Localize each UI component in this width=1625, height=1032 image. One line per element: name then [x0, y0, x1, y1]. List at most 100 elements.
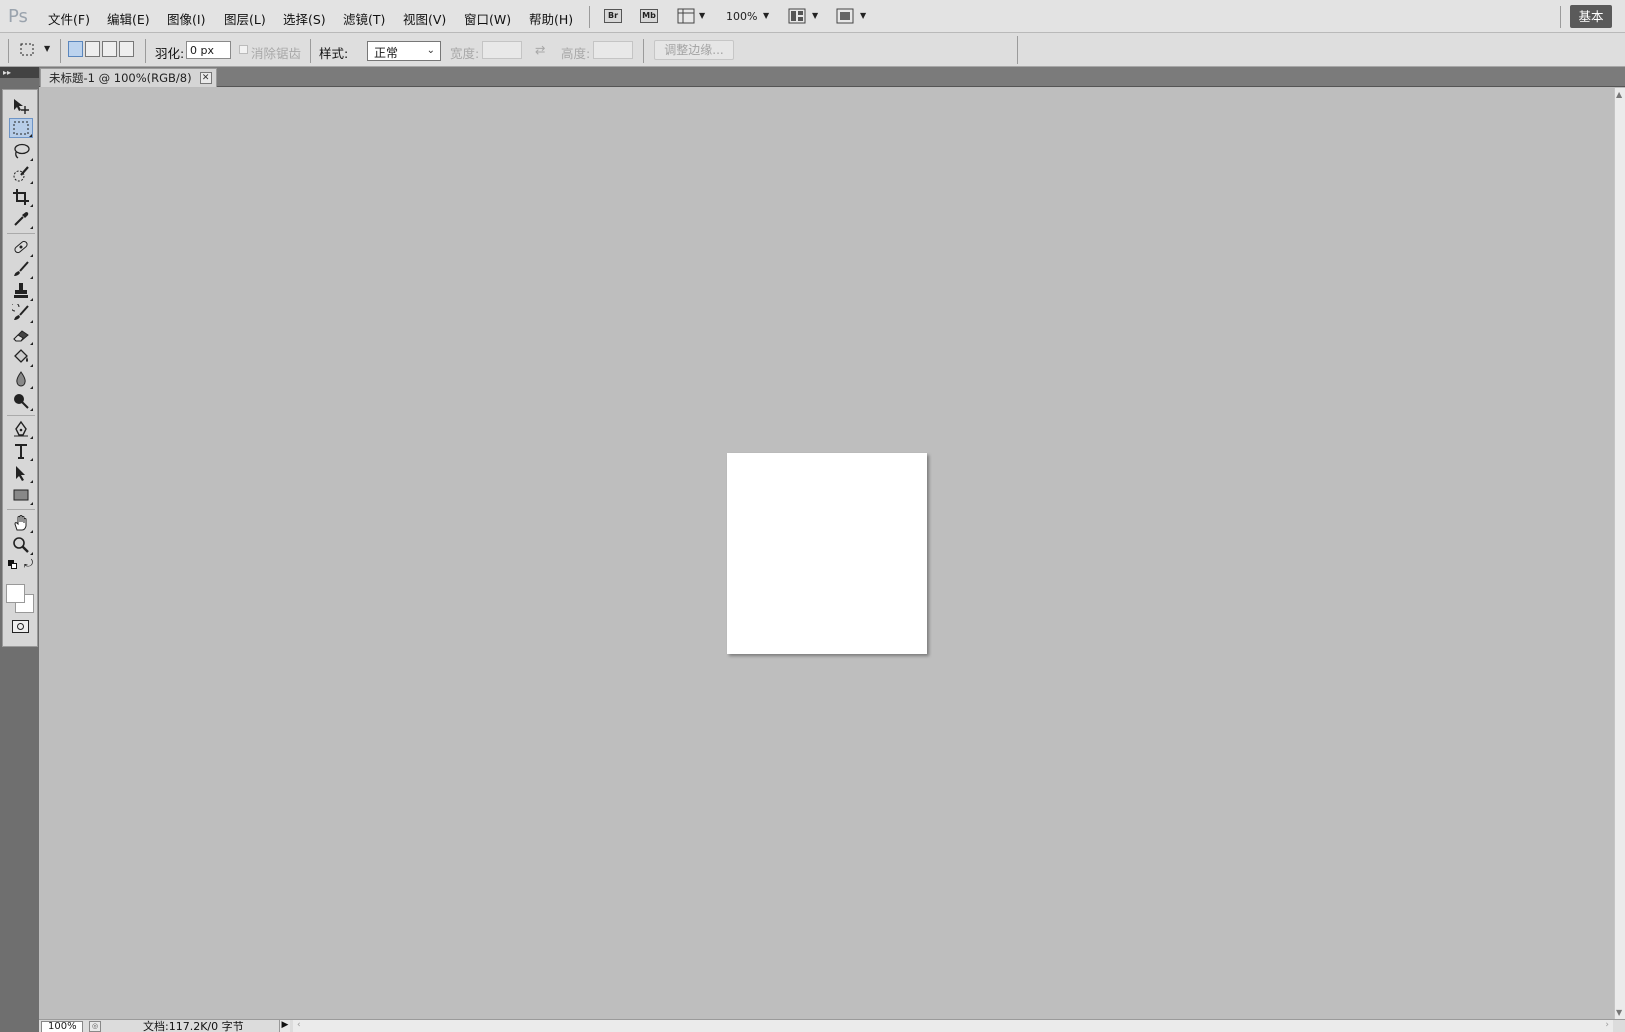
canvas-workspace[interactable] [39, 88, 1614, 1019]
document-tab-bar: 未标题-1 @ 100%(RGB/8) ✕ [39, 67, 1625, 87]
menu-separator [589, 6, 590, 28]
rectangular-marquee-tool-button[interactable] [9, 118, 33, 138]
blur-tool-button[interactable] [9, 369, 33, 389]
width-label: 宽度: [450, 46, 480, 61]
tools-panel-collapse[interactable]: ▸▸ [0, 67, 39, 78]
document-size-info: 文档:117.2K/0 字节 [143, 1020, 244, 1032]
options-grip [8, 39, 9, 63]
new-selection-button[interactable] [68, 41, 83, 57]
options-separator [145, 39, 146, 63]
status-menu-arrow-icon[interactable]: ▶ [279, 1020, 290, 1032]
horizontal-scrollbar[interactable]: ‹ › [293, 1020, 1613, 1032]
chevron-down-icon: ▼ [812, 11, 819, 20]
foreground-color-swatch[interactable] [6, 584, 25, 603]
grid-icon [677, 8, 695, 24]
style-select[interactable]: 正常 ⌄ [367, 41, 441, 61]
document-tab[interactable]: 未标题-1 @ 100%(RGB/8) ✕ [40, 68, 217, 87]
swap-dimensions-icon[interactable]: ⇄ [535, 42, 545, 57]
eyedropper-icon [14, 212, 29, 226]
vertical-scrollbar[interactable]: ▲ ▼ [1614, 88, 1625, 1019]
arrange-documents-icon [788, 8, 806, 24]
menu-layer[interactable]: 图层(L) [224, 9, 266, 28]
scroll-up-icon[interactable]: ▲ [1616, 90, 1622, 99]
menu-edit[interactable]: 编辑(E) [107, 9, 150, 28]
chevron-down-icon: ▼ [860, 11, 867, 20]
paint-bucket-tool-button[interactable] [9, 347, 33, 367]
height-label: 高度: [561, 46, 591, 61]
menu-view[interactable]: 视图(V) [403, 9, 446, 28]
chevron-down-icon: ▼ [44, 44, 51, 53]
screen-mode-icon [836, 8, 854, 24]
eyedropper-tool-button[interactable] [9, 209, 33, 229]
subtract-from-selection-button[interactable] [102, 41, 117, 57]
crop-icon [13, 189, 29, 205]
view-extras-button[interactable]: ▼ [677, 8, 707, 26]
path-selection-icon [16, 466, 25, 481]
scroll-left-icon[interactable]: ‹ [297, 1020, 301, 1030]
status-info-icon[interactable]: ◎ [89, 1021, 101, 1032]
status-bar: 100% ◎ 文档:117.2K/0 字节 ▶ ‹ › [39, 1019, 1625, 1032]
zoom-icon [13, 537, 29, 553]
feather-input[interactable]: 0 px [186, 41, 231, 59]
menu-help[interactable]: 帮助(H) [529, 9, 573, 28]
add-to-selection-button[interactable] [85, 41, 100, 57]
eraser-tool-button[interactable] [9, 325, 33, 345]
menu-bar: Ps 文件(F) 编辑(E) 图像(I) 图层(L) 选择(S) 滤镜(T) 视… [0, 0, 1625, 33]
lasso-icon [14, 143, 30, 159]
lasso-tool-button[interactable] [9, 141, 33, 161]
crop-tool-button[interactable] [9, 187, 33, 207]
type-icon [15, 444, 27, 459]
quick-mask-button[interactable] [12, 620, 29, 633]
bandage-icon [14, 240, 28, 254]
brush-tool-button[interactable] [9, 259, 33, 279]
scroll-down-icon[interactable]: ▼ [1616, 1008, 1622, 1017]
default-colors-icon[interactable] [8, 560, 17, 569]
clone-stamp-tool-button[interactable] [9, 281, 33, 301]
height-input[interactable] [593, 41, 633, 59]
style-select-value: 正常 [374, 46, 399, 60]
document-canvas[interactable] [727, 453, 927, 654]
quick-mask-icon [17, 623, 24, 630]
pen-tool-button[interactable] [9, 419, 33, 439]
status-zoom-field[interactable]: 100% [41, 1021, 83, 1032]
type-tool-button[interactable] [9, 441, 33, 461]
quick-selection-tool-button[interactable] [9, 164, 33, 184]
bridge-button[interactable]: Br [604, 9, 622, 23]
scroll-right-icon[interactable]: › [1605, 1020, 1609, 1030]
chevron-down-icon: ▼ [699, 11, 706, 20]
arrange-documents-button[interactable]: ▼ [788, 8, 822, 26]
dodge-icon [14, 394, 29, 409]
antialias-checkbox[interactable] [239, 45, 248, 54]
options-bar: ▼ 羽化: 0 px 消除锯齿 样式: 正常 ⌄ 宽度: ⇄ 高度: 调整边缘.… [0, 33, 1625, 67]
rectangular-marquee-icon [13, 121, 29, 135]
app-logo: Ps [8, 6, 28, 27]
menu-file[interactable]: 文件(F) [48, 9, 90, 28]
intersect-selection-button[interactable] [119, 41, 134, 57]
tools-panel: ⤾ [2, 89, 38, 647]
swap-colors-icon[interactable]: ⤾ [24, 557, 33, 571]
path-selection-tool-button[interactable] [9, 463, 33, 483]
refine-edge-button[interactable]: 调整边缘... [654, 40, 734, 60]
close-icon[interactable]: ✕ [199, 72, 212, 84]
dodge-tool-button[interactable] [9, 391, 33, 411]
options-separator [60, 39, 61, 63]
quick-selection-icon [13, 166, 29, 182]
tool-preset-picker[interactable]: ▼ [18, 40, 54, 60]
screen-mode-button[interactable]: ▼ [836, 8, 870, 26]
move-tool-button[interactable] [9, 96, 33, 116]
hand-tool-button[interactable] [9, 513, 33, 533]
menu-image[interactable]: 图像(I) [167, 9, 205, 28]
zoom-level-dropdown[interactable]: 100% [726, 10, 757, 23]
drop-icon [16, 371, 26, 387]
width-input[interactable] [482, 41, 522, 59]
menu-filter[interactable]: 滤镜(T) [343, 9, 385, 28]
menu-select[interactable]: 选择(S) [283, 9, 326, 28]
history-brush-tool-button[interactable] [9, 303, 33, 323]
rectangle-tool-button[interactable] [9, 485, 33, 505]
zoom-tool-button[interactable] [9, 535, 33, 555]
options-separator [1017, 36, 1018, 64]
workspace-switcher-button[interactable]: 基本 [1570, 5, 1612, 28]
mini-bridge-button[interactable]: Mb [640, 9, 658, 23]
menu-window[interactable]: 窗口(W) [464, 9, 511, 28]
spot-healing-brush-tool-button[interactable] [9, 237, 33, 257]
